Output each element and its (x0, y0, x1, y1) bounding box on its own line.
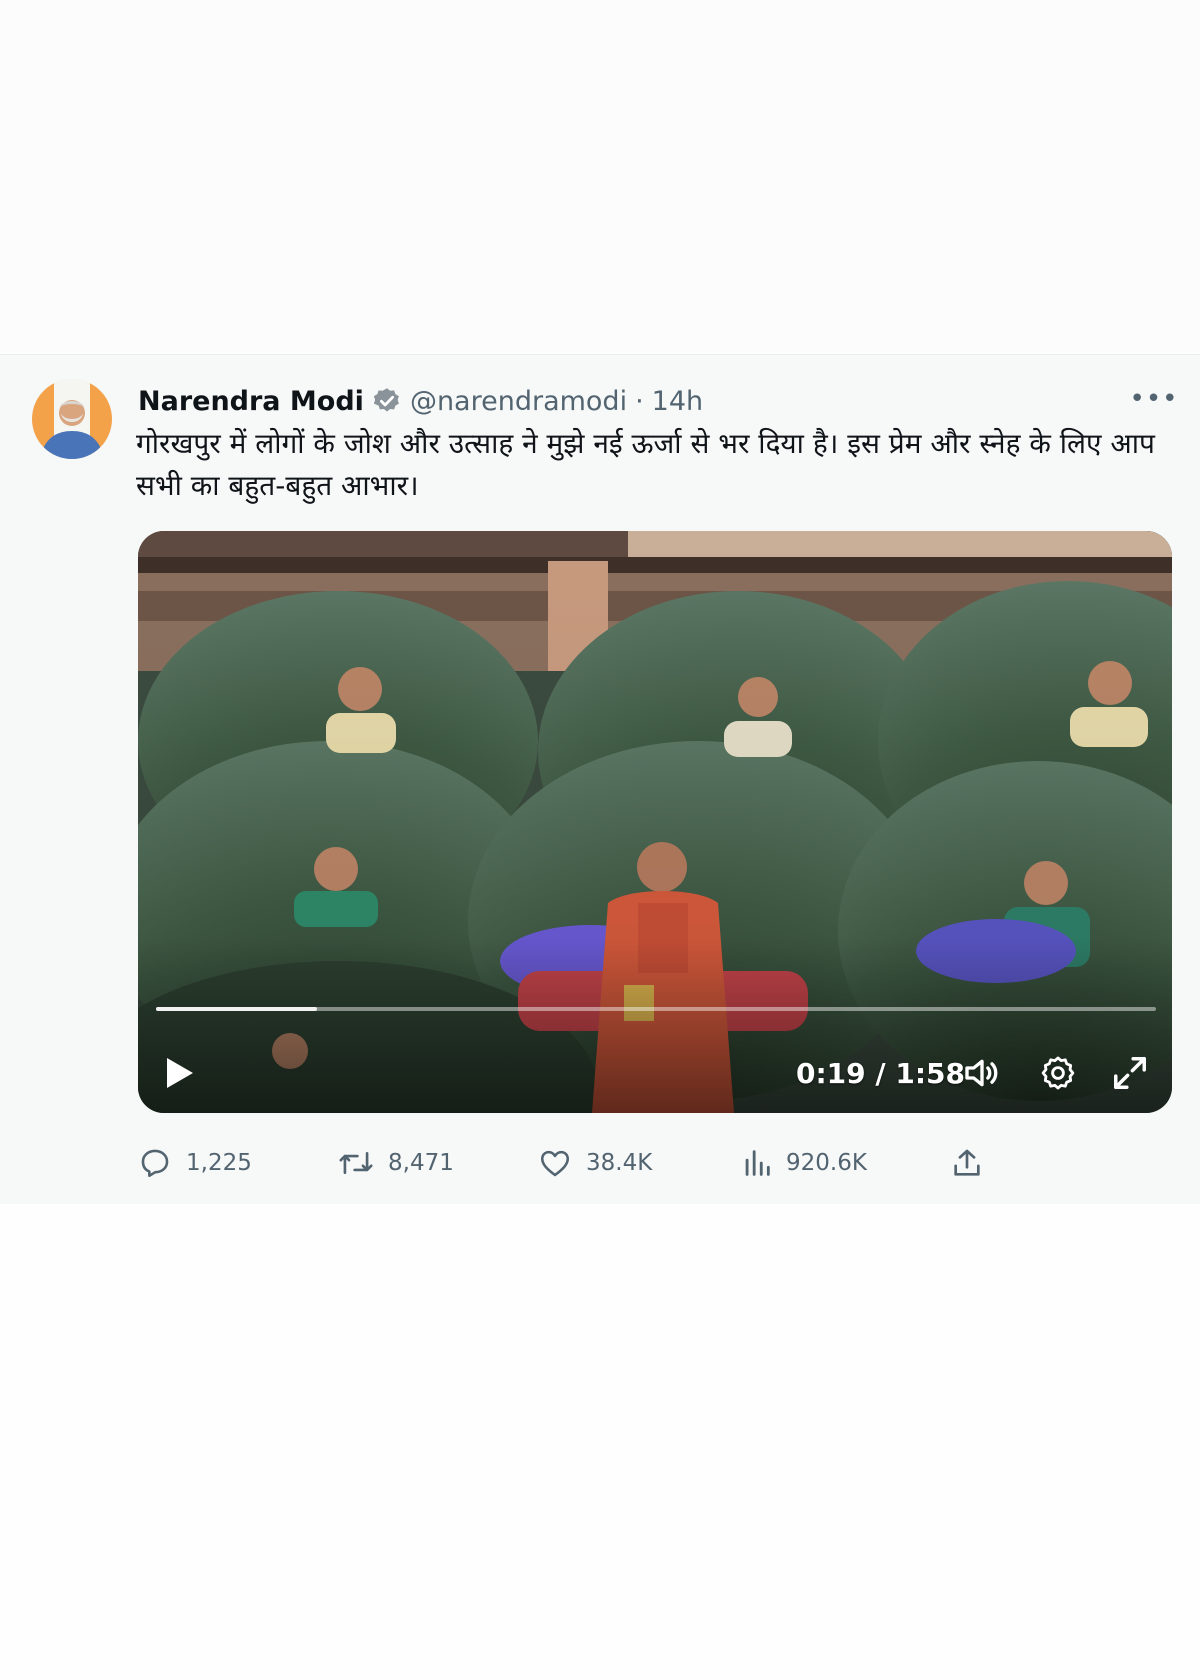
play-button[interactable] (160, 1051, 200, 1095)
like-button[interactable]: 38.4K (538, 1139, 652, 1187)
bottom-blank-area (0, 1204, 1200, 1680)
handle[interactable]: @narendramodi (410, 386, 627, 417)
view-count: 920.6K (786, 1150, 867, 1176)
separator-dot: · (635, 385, 644, 417)
share-button[interactable] (950, 1139, 984, 1187)
tweet-text: गोरखपुर में लोगों के जोश और उत्साह ने मु… (136, 427, 1155, 502)
retweet-icon (339, 1151, 373, 1175)
display-name[interactable]: Narendra Modi (138, 386, 364, 417)
views-button[interactable]: 920.6K (742, 1139, 867, 1187)
more-icon[interactable]: ••• (1130, 381, 1178, 417)
share-icon (954, 1149, 980, 1176)
fullscreen-icon (1114, 1057, 1146, 1089)
reply-icon (141, 1149, 169, 1178)
timestamp[interactable]: 14h (652, 386, 703, 417)
tweet-card[interactable]: Narendra Modi @narendramodi · 14h ••• गो… (0, 354, 1200, 1205)
tweet-header: Narendra Modi @narendramodi · 14h (138, 381, 1168, 421)
video-player[interactable]: 0:19 / 1:58 (138, 531, 1172, 1113)
reply-count: 1,225 (186, 1150, 252, 1176)
tweet-actions: 1,225 8,471 38.4K 920.6K (138, 1139, 1058, 1187)
verified-icon (372, 386, 402, 416)
top-blank-area (0, 0, 1200, 354)
retweet-count: 8,471 (388, 1150, 454, 1176)
volume-button[interactable] (960, 1051, 1004, 1095)
reply-button[interactable]: 1,225 (138, 1139, 252, 1187)
progress-fill (156, 1007, 317, 1011)
settings-button[interactable] (1036, 1051, 1080, 1095)
fullscreen-button[interactable] (1108, 1051, 1152, 1095)
like-icon (540, 1150, 570, 1177)
volume-icon (965, 1059, 998, 1087)
time-readout: 0:19 / 1:58 (796, 1056, 966, 1090)
views-icon (745, 1150, 770, 1176)
like-count: 38.4K (586, 1150, 653, 1176)
video-frame (138, 531, 1172, 1113)
play-icon (167, 1058, 193, 1088)
settings-icon (1041, 1056, 1075, 1090)
avatar[interactable] (32, 379, 112, 459)
retweet-button[interactable]: 8,471 (338, 1139, 454, 1187)
progress-bar[interactable] (156, 1007, 1156, 1011)
